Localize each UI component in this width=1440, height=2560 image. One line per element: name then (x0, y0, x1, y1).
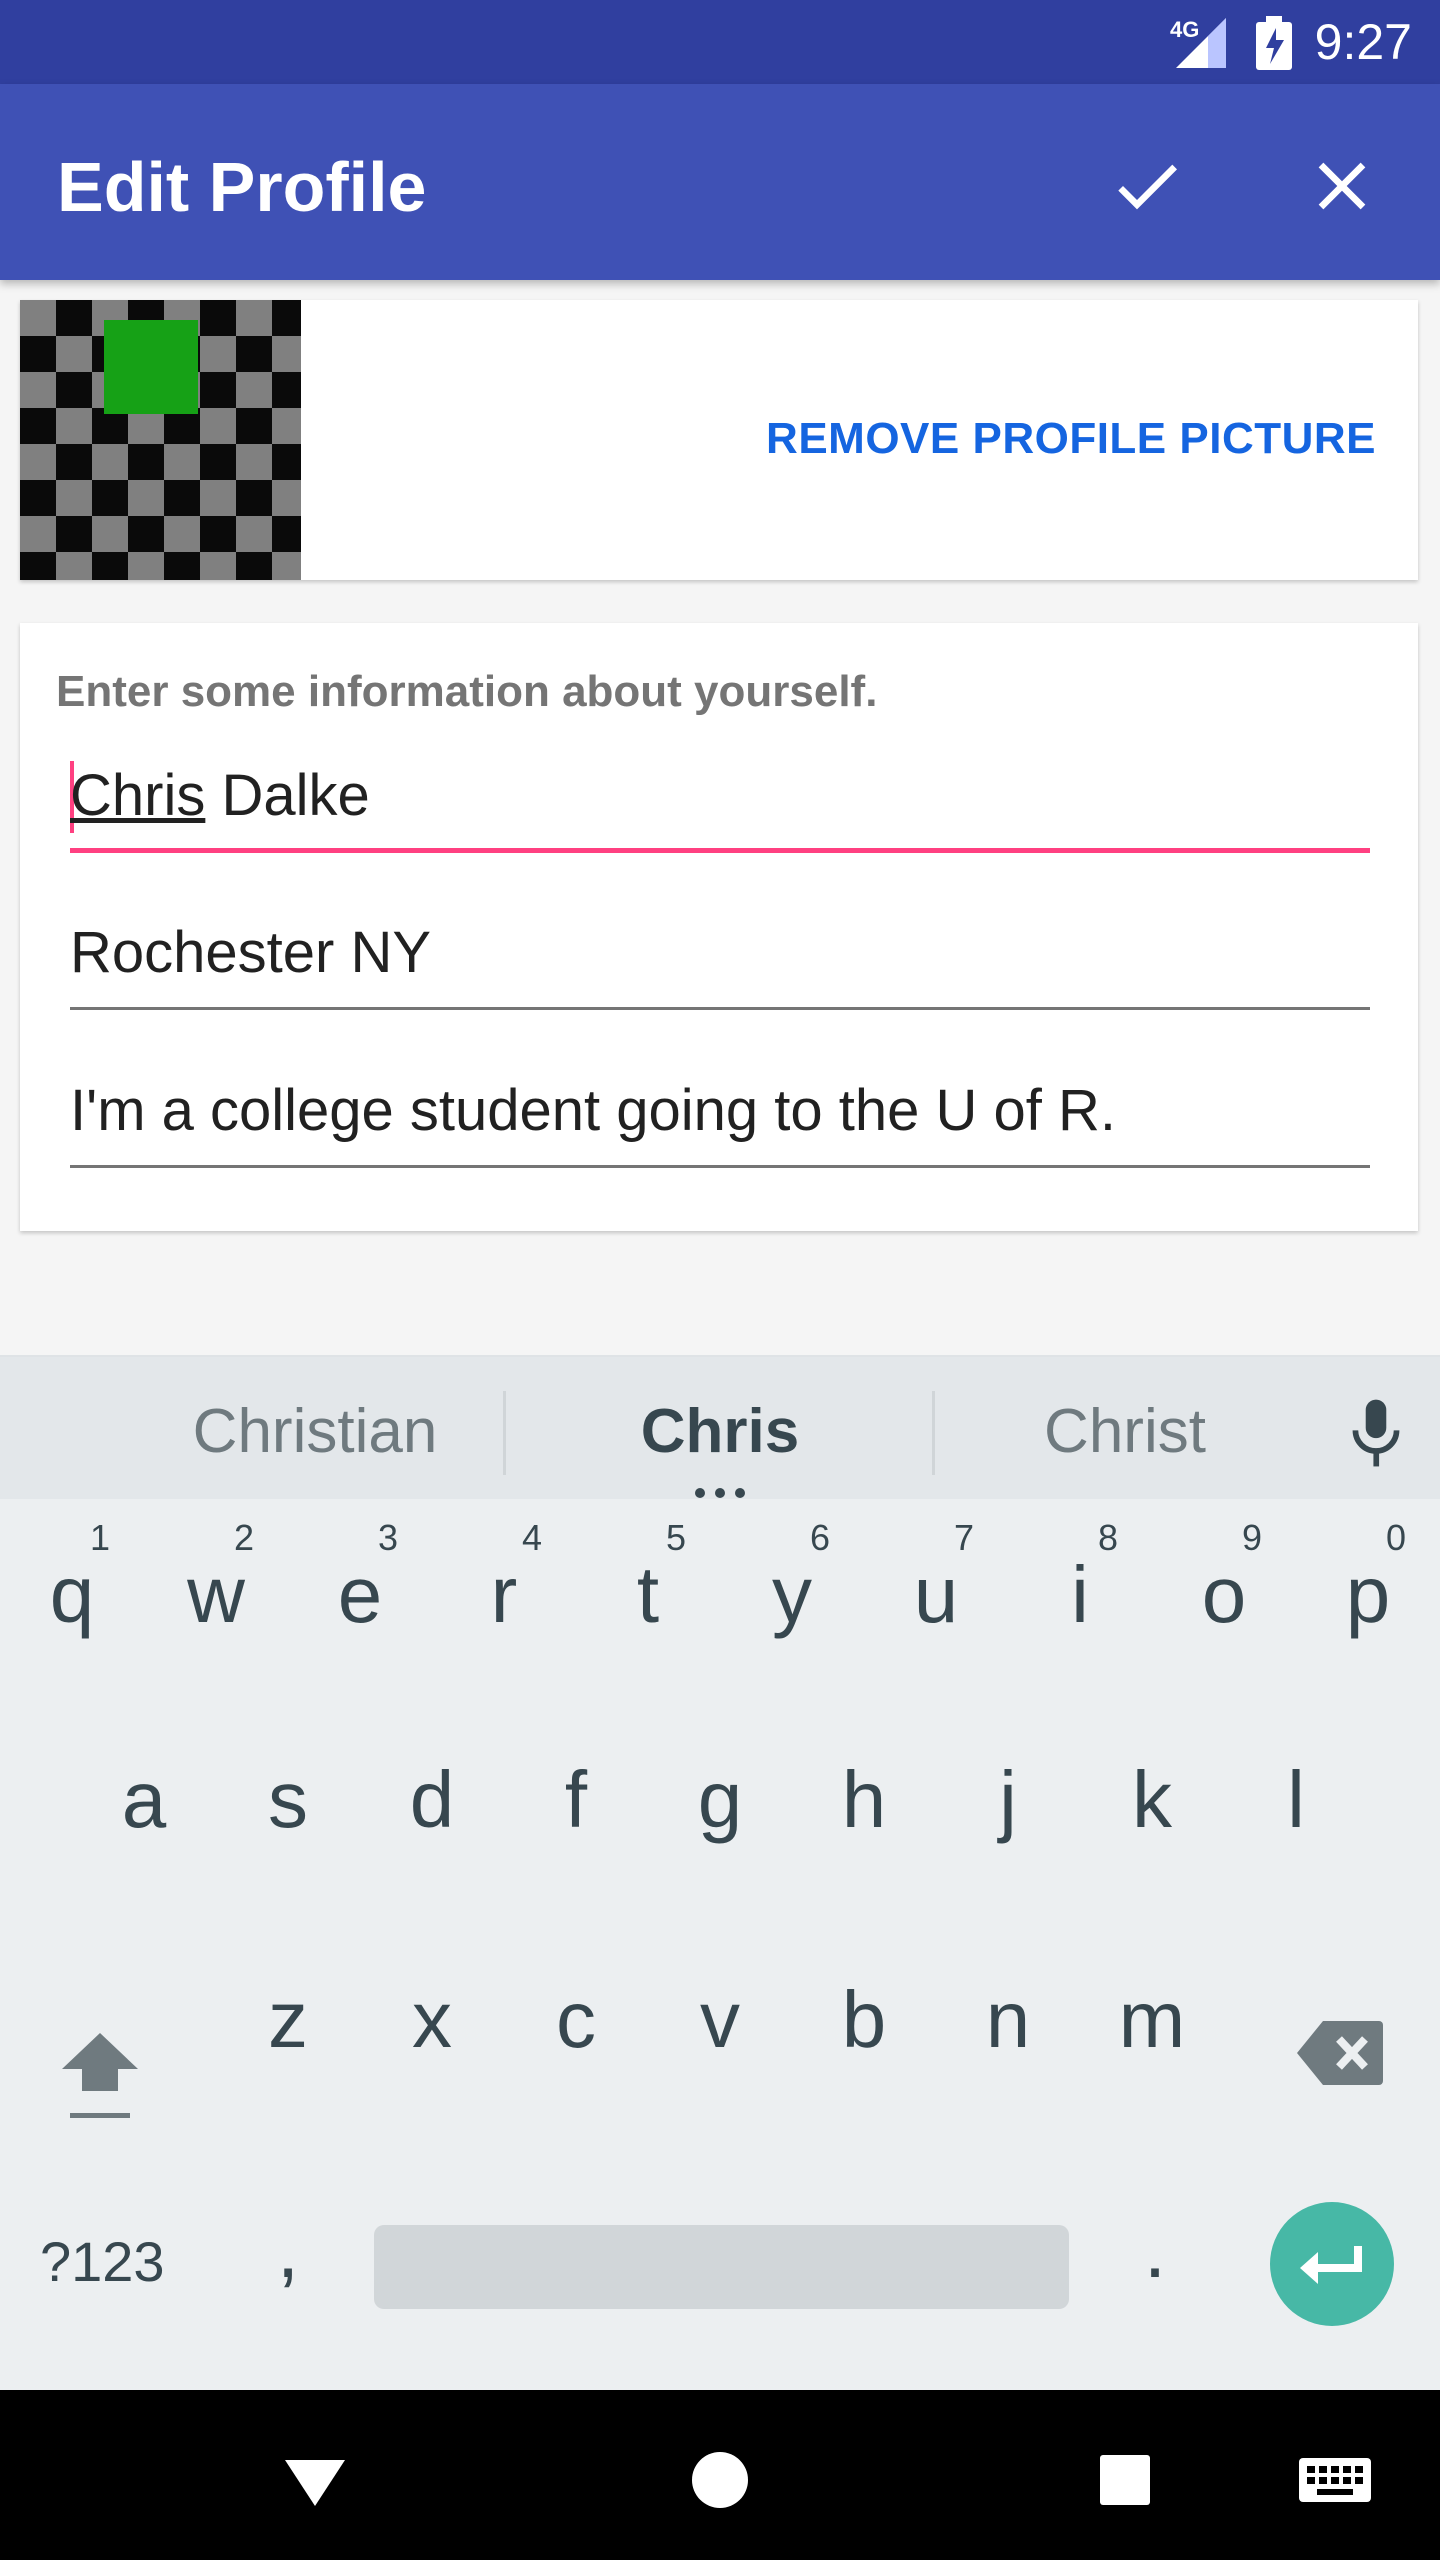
key-label: c (556, 1975, 596, 2064)
key-label: x (412, 1975, 452, 2064)
key-label: z (268, 1975, 308, 2064)
period-key[interactable]: . (1125, 2205, 1185, 2295)
check-icon[interactable] (1107, 146, 1187, 226)
back-icon[interactable] (275, 2440, 355, 2520)
key-label: h (841, 1755, 887, 1844)
key-m[interactable]: m (1092, 1945, 1212, 2065)
key-label: e (337, 1550, 383, 1639)
name-value: Chris Dalke (70, 761, 370, 831)
home-icon[interactable] (680, 2440, 760, 2520)
remove-profile-picture-button[interactable]: REMOVE PROFILE PICTURE (766, 414, 1376, 464)
suggestion-strip: Christian Chris Christ (0, 1355, 1440, 1499)
bio-field-underline (70, 1165, 1370, 1168)
key-n[interactable]: n (948, 1945, 1068, 2065)
recents-icon[interactable] (1085, 2440, 1165, 2520)
key-label: v (700, 1975, 740, 2064)
location-value: Rochester NY (70, 920, 432, 985)
key-u[interactable]: 7u (876, 1510, 996, 1640)
signal-icon: 4G (1170, 18, 1226, 68)
key-h[interactable]: h (804, 1725, 924, 1845)
key-label: d (409, 1755, 455, 1844)
symbols-key[interactable]: ?123 (40, 2232, 165, 2292)
name-field-underline (70, 848, 1370, 853)
comma-key[interactable]: , (258, 2205, 318, 2295)
key-b[interactable]: b (804, 1945, 924, 2065)
name-rest: Dalke (205, 763, 370, 828)
avatar-green-square (104, 320, 198, 414)
shift-icon[interactable] (50, 2005, 150, 2125)
key-label: l (1287, 1755, 1305, 1844)
key-label: b (841, 1975, 887, 2064)
name-field[interactable]: Chris Dalke (70, 753, 1370, 853)
profile-photo-card: REMOVE PROFILE PICTURE (20, 300, 1418, 580)
suggestion-item[interactable]: Christ (975, 1397, 1275, 1467)
clock: 9:27 (1314, 14, 1412, 70)
navigation-bar (0, 2390, 1440, 2560)
key-j[interactable]: j (948, 1725, 1068, 1845)
microphone-icon[interactable] (1345, 1397, 1407, 1469)
key-label: j (999, 1755, 1017, 1844)
key-q[interactable]: 1q (12, 1510, 132, 1640)
suggestion-divider (932, 1391, 935, 1475)
composing-word: Chris (70, 763, 206, 828)
key-e[interactable]: 3e (300, 1510, 420, 1640)
key-label: p (1345, 1550, 1391, 1639)
key-p[interactable]: 0p (1308, 1510, 1428, 1640)
info-hint: Enter some information about yourself. (56, 667, 878, 716)
key-g[interactable]: g (660, 1725, 780, 1845)
key-a[interactable]: a (84, 1725, 204, 1845)
key-i[interactable]: 8i (1020, 1510, 1140, 1640)
location-field-underline (70, 1007, 1370, 1010)
key-label: u (913, 1550, 959, 1639)
key-label: f (564, 1755, 588, 1844)
key-label: g (697, 1755, 743, 1844)
key-f[interactable]: f (516, 1725, 636, 1845)
key-k[interactable]: k (1092, 1725, 1212, 1845)
key-l[interactable]: l (1236, 1725, 1356, 1845)
keyboard-switch-icon[interactable] (1295, 2440, 1375, 2520)
key-r[interactable]: 4r (444, 1510, 564, 1640)
app-bar: Edit Profile (0, 84, 1440, 280)
key-label: a (121, 1755, 167, 1844)
key-label: s (268, 1755, 308, 1844)
avatar[interactable] (20, 300, 301, 580)
status-bar: 4G 9:27 (0, 0, 1440, 84)
profile-info-card: Enter some information about yourself. C… (20, 623, 1418, 1231)
key-d[interactable]: d (372, 1725, 492, 1845)
bio-field[interactable]: I'm a college student going to the U of … (70, 1068, 1370, 1168)
key-y[interactable]: 6y (732, 1510, 852, 1640)
key-label: t (636, 1550, 660, 1639)
close-icon[interactable] (1302, 146, 1382, 226)
key-label: k (1132, 1755, 1172, 1844)
enter-button[interactable] (1270, 2202, 1394, 2326)
enter-icon (1300, 2246, 1362, 2284)
key-v[interactable]: v (660, 1945, 780, 2065)
suggestion-item[interactable]: Christian (150, 1397, 480, 1467)
suggestion-item-primary[interactable]: Chris (560, 1397, 880, 1467)
soft-keyboard: Christian Chris Christ 1q 2w 3e 4r 5t 6y… (0, 1355, 1440, 2390)
page-title: Edit Profile (57, 148, 427, 226)
key-t[interactable]: 5t (588, 1510, 708, 1640)
backspace-icon[interactable] (1295, 2013, 1385, 2093)
suggestion-divider (503, 1391, 506, 1475)
key-label: r (490, 1550, 518, 1639)
key-label: o (1201, 1550, 1247, 1639)
key-label: i (1071, 1550, 1089, 1639)
key-label: w (187, 1550, 245, 1639)
bio-value: I'm a college student going to the U of … (70, 1078, 1117, 1143)
key-label: q (49, 1550, 95, 1639)
key-label: y (772, 1550, 812, 1639)
space-bar[interactable] (374, 2225, 1069, 2309)
key-w[interactable]: 2w (156, 1510, 276, 1640)
key-s[interactable]: s (228, 1725, 348, 1845)
location-field[interactable]: Rochester NY (70, 910, 1370, 1010)
key-label: m (1118, 1975, 1186, 2064)
key-x[interactable]: x (372, 1945, 492, 2065)
key-z[interactable]: z (228, 1945, 348, 2065)
key-o[interactable]: 9o (1164, 1510, 1284, 1640)
battery-charging-icon (1256, 16, 1292, 70)
key-label: n (985, 1975, 1031, 2064)
key-c[interactable]: c (516, 1945, 636, 2065)
more-suggestions-dots-icon (690, 1485, 750, 1498)
